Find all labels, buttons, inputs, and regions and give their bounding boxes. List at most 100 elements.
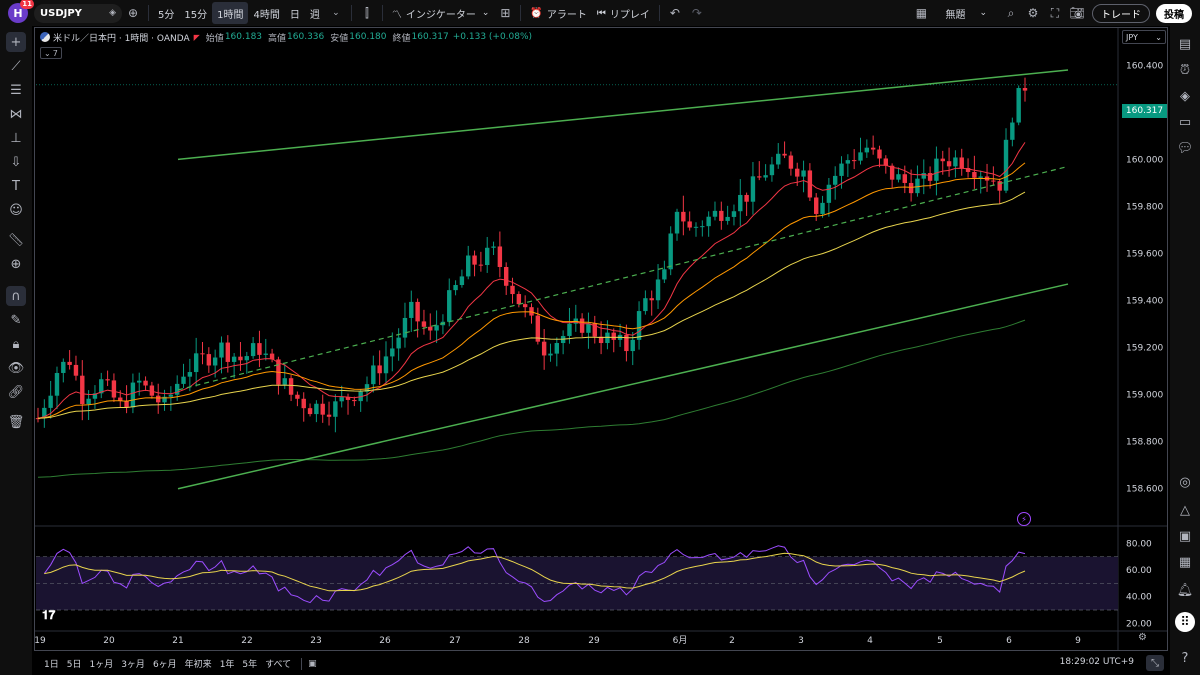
trending-icon[interactable]: △ [1175,500,1195,520]
calendar-icon[interactable]: ▣ [1175,526,1195,546]
post-button[interactable]: 投稿 [1156,3,1192,23]
range-1d[interactable]: 1日 [40,657,63,670]
draw-lock-pencil-icon[interactable]: ✎ [6,310,26,330]
news-icon[interactable]: ▦ [1175,552,1195,572]
interval-1h[interactable]: 1時間 [212,2,249,24]
lock-icon[interactable]: 🔒︎ [6,334,26,354]
magnet-icon[interactable]: ∩ [6,286,26,306]
candle-body [1010,122,1015,140]
brush-icon[interactable]: ⇩ [6,152,26,172]
zoom-in-icon[interactable]: ⊕ [6,254,26,274]
range-5y[interactable]: 5年 [238,657,261,670]
range-all[interactable]: すべて [261,657,295,670]
candle-body [333,401,338,417]
candle-body [61,361,66,373]
notes-icon[interactable]: ▭ [1175,112,1195,132]
axis-settings-gear-icon[interactable]: ⚙ [1138,632,1147,643]
candle-body [219,342,224,358]
candle-body [54,372,60,396]
interval-1w[interactable]: 週 [305,2,325,24]
layers-icon[interactable]: ◈ [1175,86,1195,106]
candle-body [858,152,863,161]
ideas-icon[interactable]: ◎ [1175,472,1195,492]
range-1y[interactable]: 1年 [216,657,239,670]
ruler-icon[interactable]: 📏︎ [6,230,26,250]
fib-retracement-icon[interactable]: ☰ [6,80,26,100]
pattern-icon[interactable]: ⋈ [6,104,26,124]
right-sidebar: ▤ ⏰︎ ◈ ▭ 💬︎ ◎ △ ▣ ▦ 🔔︎ ⠿ ? [1170,26,1200,675]
trash-icon[interactable]: 🗑︎ [6,412,26,432]
watchlist-icon[interactable]: ▤ [1175,34,1195,54]
interval-5m[interactable]: 5分 [153,2,179,24]
crosshair-icon[interactable]: + [6,32,26,52]
link-icon[interactable]: 🔗︎ [6,382,26,402]
settings-gear-icon[interactable]: ⚙ [1022,2,1044,24]
candle-body [339,397,344,402]
chat-icon[interactable]: 💬︎ [1175,138,1195,158]
candle-body [212,357,218,366]
candle-body [1016,88,1021,123]
forecast-icon[interactable]: ⊥ [6,128,26,148]
layout-name-button[interactable]: 無題 ⌄ [940,2,992,24]
candle-body [231,356,237,362]
candle-body [168,394,174,397]
candle-body [434,325,439,331]
range-ytd[interactable]: 年初来 [181,657,216,670]
price-axis-label: 159.600 [1126,249,1163,259]
candle-body [693,226,699,228]
candle-body [725,216,730,221]
compare-add-icon[interactable]: ⊕ [122,2,144,24]
candle-body [409,301,414,318]
redo-icon[interactable]: ↷ [686,2,708,24]
undo-icon[interactable]: ↶ [664,2,686,24]
date-range-calendar-icon[interactable]: ▣ [308,659,317,669]
tradingview-logo-icon[interactable]: 𝟏𝟕 [42,608,55,623]
candle-body [415,301,420,322]
currency-selector[interactable]: JPY ⌄ [1122,30,1166,44]
candle-body [972,171,977,178]
interval-4h[interactable]: 4時間 [248,2,284,24]
candle-body [731,211,737,217]
eye-icon[interactable]: 👁︎ [6,358,26,378]
lightning-icon[interactable]: ⚡︎ [1017,512,1031,526]
chart-canvas[interactable]: 160.400160.200160.000159.800159.600159.4… [34,27,1168,651]
auto-scale-icon[interactable]: ⤡ [1146,655,1164,671]
help-icon[interactable]: ? [1175,648,1195,668]
range-1m[interactable]: 1ヶ月 [85,657,117,670]
candle-body [282,378,287,385]
alerts-clock-icon[interactable]: ⏰︎ [1175,60,1195,80]
user-avatar[interactable]: H 11 [8,0,34,23]
interval-dropdown-chevron-icon[interactable]: ⌄ [325,2,347,24]
clock-time[interactable]: 18:29:02 UTC+9 [1060,657,1134,667]
indicators-button[interactable]: 〽 インジケーター ⌄ [387,2,495,24]
symbol-search[interactable]: USDJPY ◈ [34,3,122,23]
replay-button[interactable]: ⏮ リプレイ [592,2,655,24]
layouts-grid-icon[interactable]: ⊞ [494,2,516,24]
alert-button[interactable]: ⏰ アラート [525,2,591,24]
apps-grid-icon[interactable]: ⠿ [1175,612,1195,632]
candle-body [712,210,718,217]
range-6m[interactable]: 6ヶ月 [149,657,181,670]
text-tool-icon[interactable]: T [6,176,26,196]
trade-button[interactable]: トレード [1092,3,1150,23]
time-axis-label: 6月 [673,635,688,646]
candle-type-icon[interactable]: ⫿ [356,2,378,24]
interval-15m[interactable]: 15分 [179,2,212,24]
trend-line-icon[interactable]: ⟋ [6,56,26,76]
indicator-toggle[interactable]: ⌄ 7 [40,47,62,59]
candle-body [586,323,591,333]
fullscreen-icon[interactable]: ⛶ [1044,2,1066,24]
range-5d[interactable]: 5日 [63,657,86,670]
candle-body [763,175,768,178]
range-3m[interactable]: 3ヶ月 [117,657,149,670]
time-axis-label: 6 [1006,636,1012,646]
camera-icon[interactable]: 📷︎ [1066,2,1088,24]
emoji-icon[interactable]: ☺ [6,200,26,220]
time-axis-label: 19 [34,636,46,646]
notifications-bell-icon[interactable]: 🔔︎ [1175,580,1195,600]
layout-grid-icon[interactable]: ▦ [910,2,932,24]
interval-1d[interactable]: 日 [285,2,305,24]
candle-body [611,332,616,340]
candle-body [832,175,838,185]
quick-search-icon[interactable]: ⌕ [1000,2,1022,24]
